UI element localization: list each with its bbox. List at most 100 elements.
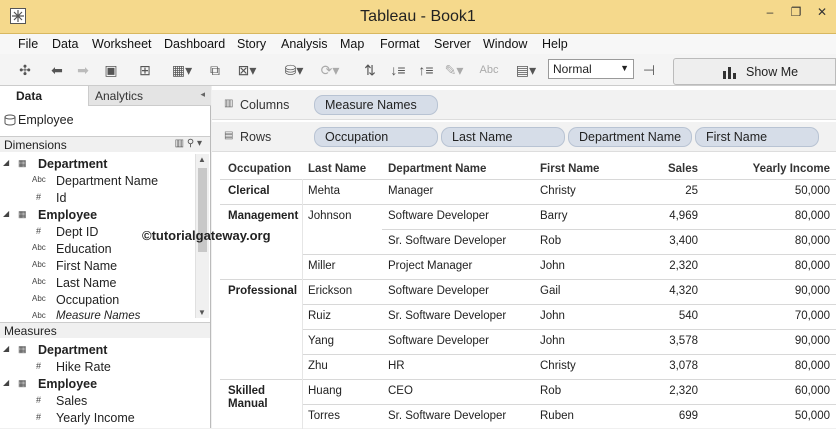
- dimension-field[interactable]: Abc First Name: [0, 258, 195, 275]
- header-last-name[interactable]: Last Name: [308, 163, 366, 175]
- table-cell[interactable]: Professional: [228, 285, 306, 298]
- scroll-up-icon[interactable]: ▲: [198, 155, 206, 164]
- close-button[interactable]: ✕: [809, 2, 835, 22]
- menu-format[interactable]: Format: [380, 37, 420, 51]
- show-me-button[interactable]: Show Me: [673, 58, 836, 85]
- menu-file[interactable]: File: [18, 37, 38, 51]
- table-cell[interactable]: 50,000: [732, 410, 830, 423]
- measure-field[interactable]: # Hike Rate: [0, 359, 195, 376]
- collapse-icon[interactable]: ◢: [3, 158, 9, 167]
- sort-descending-icon[interactable]: ↑≡: [416, 61, 436, 79]
- table-cell[interactable]: Sr. Software Developer: [388, 410, 538, 423]
- header-first-name[interactable]: First Name: [540, 163, 599, 175]
- table-cell[interactable]: Torres: [308, 410, 386, 423]
- tab-data[interactable]: Data: [0, 86, 88, 106]
- columns-shelf[interactable]: ▥ Columns Measure Names: [212, 90, 836, 120]
- collapse-icon[interactable]: ◢: [3, 378, 9, 387]
- table-cell[interactable]: Skilled Manual: [228, 385, 306, 411]
- fix-axes-icon[interactable]: ▤▾: [510, 61, 542, 79]
- collapse-icon[interactable]: ◢: [3, 209, 9, 218]
- menu-server[interactable]: Server: [434, 37, 471, 51]
- presentation-mode-icon[interactable]: ⊣: [640, 61, 658, 79]
- rows-shelf[interactable]: ▤ Rows Occupation Last Name Department N…: [212, 122, 836, 152]
- table-cell[interactable]: 3,400: [652, 235, 698, 248]
- table-cell[interactable]: HR: [388, 360, 538, 373]
- table-cell[interactable]: Ruiz: [308, 310, 386, 323]
- menu-worksheet[interactable]: Worksheet: [92, 37, 152, 51]
- table-cell[interactable]: Mehta: [308, 185, 386, 198]
- table-cell[interactable]: 3,578: [652, 335, 698, 348]
- table-cell[interactable]: Sr. Software Developer: [388, 235, 538, 248]
- dimension-field[interactable]: Abc Department Name: [0, 173, 195, 190]
- dimension-field[interactable]: Abc Measure Names: [0, 309, 195, 321]
- pane-collapse-icon[interactable]: ◂: [200, 89, 205, 100]
- pill-measure-names[interactable]: Measure Names: [314, 95, 438, 115]
- dimension-field[interactable]: Abc Education: [0, 241, 195, 258]
- table-cell[interactable]: John: [540, 335, 650, 348]
- menu-dashboard[interactable]: Dashboard: [164, 37, 225, 51]
- measure-field[interactable]: # Sales: [0, 393, 195, 410]
- table-cell[interactable]: Software Developer: [388, 335, 538, 348]
- pill-occupation[interactable]: Occupation: [314, 127, 438, 147]
- swap-rows-columns-icon[interactable]: ⇅: [360, 61, 380, 79]
- table-cell[interactable]: Miller: [308, 260, 386, 273]
- highlight-icon[interactable]: ✎▾: [440, 61, 468, 79]
- clear-sheet-icon[interactable]: ⊠▾: [232, 61, 262, 79]
- menu-help[interactable]: Help: [542, 37, 568, 51]
- minimize-button[interactable]: ‒: [757, 2, 783, 22]
- table-cell[interactable]: 3,078: [652, 360, 698, 373]
- table-cell[interactable]: 50,000: [732, 185, 830, 198]
- table-cell[interactable]: Christy: [540, 185, 650, 198]
- data-source-item[interactable]: Employee: [0, 106, 210, 136]
- fit-dropdown[interactable]: Normal ▼: [548, 59, 634, 79]
- table-cell[interactable]: Gail: [540, 285, 650, 298]
- table-cell[interactable]: Barry: [540, 210, 650, 223]
- new-worksheet-icon[interactable]: ▦▾: [168, 61, 196, 79]
- tab-analytics[interactable]: Analytics ◂: [88, 86, 211, 106]
- pill-first-name[interactable]: First Name: [695, 127, 819, 147]
- table-cell[interactable]: Clerical: [228, 185, 306, 198]
- table-cell[interactable]: Software Developer: [388, 210, 538, 223]
- table-cell[interactable]: Huang: [308, 385, 386, 398]
- new-data-source-icon[interactable]: ⊞: [136, 61, 154, 79]
- table-cell[interactable]: 80,000: [732, 360, 830, 373]
- undo-icon[interactable]: ⬅: [48, 61, 66, 79]
- table-cell[interactable]: 60,000: [732, 385, 830, 398]
- menu-data[interactable]: Data: [52, 37, 78, 51]
- table-cell[interactable]: 2,320: [652, 385, 698, 398]
- table-cell[interactable]: 2,320: [652, 260, 698, 273]
- table-cell[interactable]: 70,000: [732, 310, 830, 323]
- header-occupation[interactable]: Occupation: [228, 163, 291, 175]
- redo-icon[interactable]: ➡: [74, 61, 92, 79]
- table-cell[interactable]: Erickson: [308, 285, 386, 298]
- menu-story[interactable]: Story: [237, 37, 266, 51]
- tableau-logo-icon[interactable]: ✣: [16, 61, 34, 79]
- menu-map[interactable]: Map: [340, 37, 364, 51]
- show-labels-icon[interactable]: Abc: [476, 61, 502, 79]
- table-cell[interactable]: CEO: [388, 385, 538, 398]
- search-icon[interactable]: ▥ ⚲ ▾: [175, 138, 202, 149]
- table-cell[interactable]: John: [540, 260, 650, 273]
- duplicate-sheet-icon[interactable]: ⧉: [204, 61, 226, 79]
- collapse-icon[interactable]: ◢: [3, 344, 9, 353]
- table-cell[interactable]: 25: [652, 185, 698, 198]
- measure-field[interactable]: # Yearly Income: [0, 410, 195, 427]
- pill-last-name[interactable]: Last Name: [441, 127, 565, 147]
- table-cell[interactable]: 90,000: [732, 285, 830, 298]
- dimension-field[interactable]: Abc Last Name: [0, 275, 195, 292]
- maximize-button[interactable]: ❐: [783, 2, 809, 22]
- dimension-table-employee[interactable]: ◢ ▦ Employee: [0, 207, 195, 224]
- table-cell[interactable]: 90,000: [732, 335, 830, 348]
- table-cell[interactable]: Zhu: [308, 360, 386, 373]
- menu-analysis[interactable]: Analysis: [281, 37, 328, 51]
- table-cell[interactable]: Yang: [308, 335, 386, 348]
- scroll-down-icon[interactable]: ▼: [198, 308, 206, 317]
- menu-window[interactable]: Window: [483, 37, 527, 51]
- table-cell[interactable]: Rob: [540, 235, 650, 248]
- table-cell[interactable]: 80,000: [732, 235, 830, 248]
- table-cell[interactable]: Management: [228, 210, 306, 223]
- dimension-table-department[interactable]: ◢ ▦ Department: [0, 156, 195, 173]
- table-cell[interactable]: 4,969: [652, 210, 698, 223]
- table-cell[interactable]: Project Manager: [388, 260, 538, 273]
- table-cell[interactable]: Software Developer: [388, 285, 538, 298]
